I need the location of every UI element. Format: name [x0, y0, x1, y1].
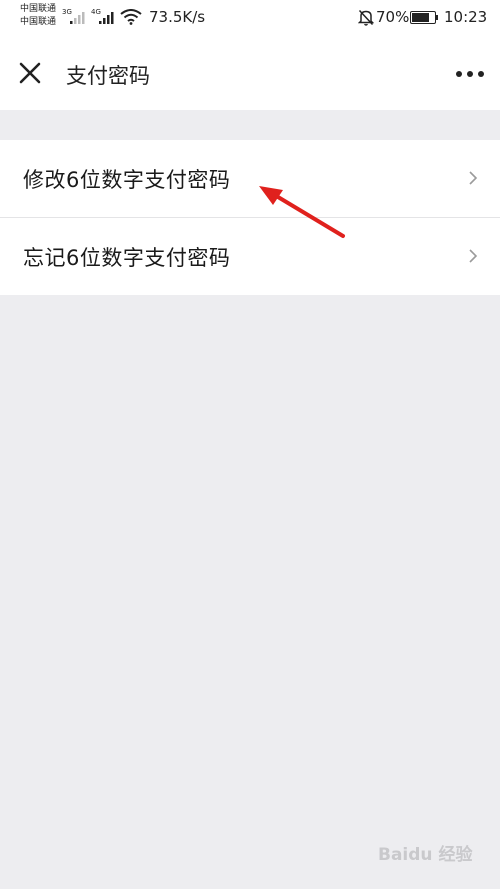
more-icon	[456, 71, 484, 77]
carrier-1: 中国联通	[20, 4, 57, 14]
navigation-bar: 支付密码	[0, 36, 500, 110]
status-bar: 中国联通 中国联通 3G 4G 73.5K/s 70% 10:23	[0, 0, 500, 36]
menu-item-label: 修改6位数字支付密码	[23, 168, 231, 192]
carrier-2: 中国联通	[20, 17, 57, 27]
signal-icon-1	[70, 12, 88, 24]
page-title: 支付密码	[66, 64, 150, 88]
clock: 10:23	[444, 8, 488, 26]
close-button[interactable]	[14, 57, 46, 89]
more-options-button[interactable]	[450, 64, 490, 84]
battery-icon	[410, 11, 436, 24]
menu-item-change-password[interactable]: 修改6位数字支付密码	[0, 140, 500, 217]
close-icon	[19, 62, 41, 84]
battery-tip	[436, 15, 438, 20]
chevron-right-icon	[469, 171, 478, 185]
settings-list: 修改6位数字支付密码 忘记6位数字支付密码	[0, 140, 500, 295]
carrier-info: 中国联通 中国联通	[20, 3, 56, 29]
watermark: Baidu 经验	[378, 845, 473, 865]
mute-bell-icon	[357, 9, 375, 30]
wifi-icon	[120, 9, 142, 29]
chevron-right-icon	[469, 249, 478, 263]
network-speed: 73.5K/s	[149, 8, 206, 26]
signal-icon-2	[99, 12, 117, 24]
battery-level	[412, 13, 429, 22]
menu-item-label: 忘记6位数字支付密码	[23, 246, 231, 270]
annotation-arrow-icon	[259, 186, 345, 238]
menu-item-forgot-password[interactable]: 忘记6位数字支付密码	[0, 217, 500, 295]
battery-percent: 70%	[376, 8, 410, 26]
